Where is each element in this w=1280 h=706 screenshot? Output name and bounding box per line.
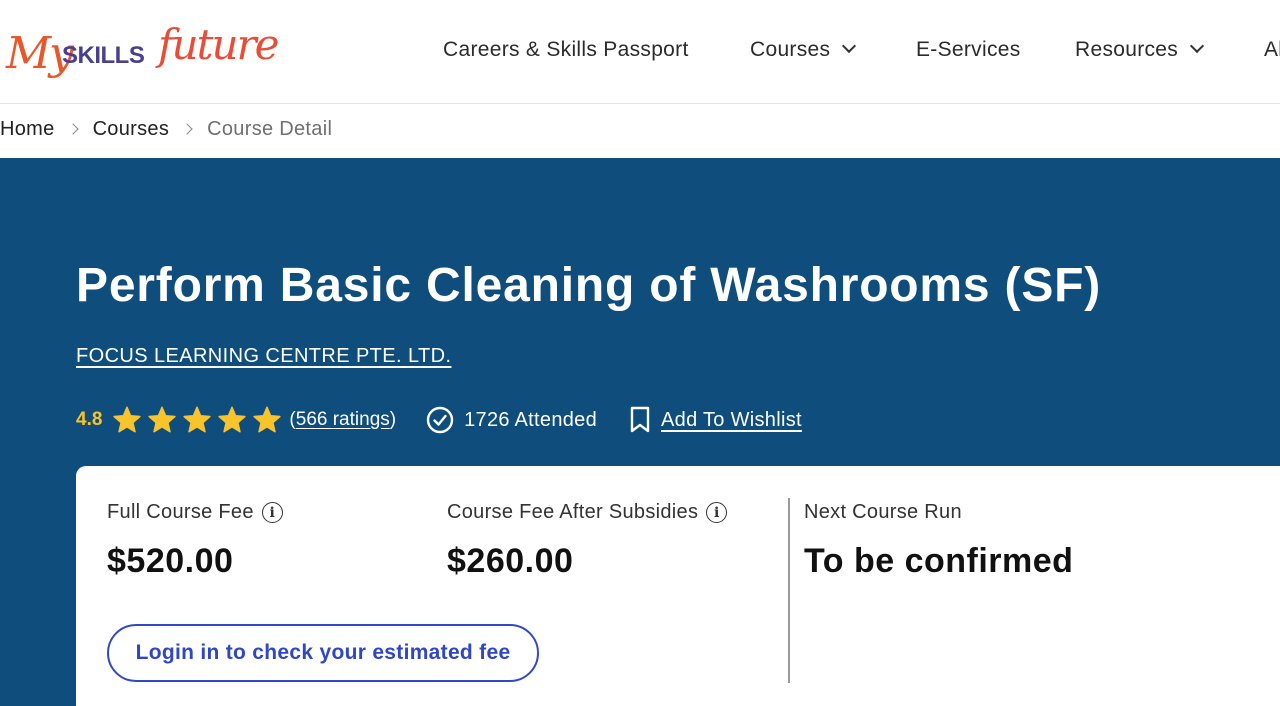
- nav-courses[interactable]: Courses: [750, 38, 857, 62]
- chevron-down-icon: [1190, 38, 1205, 54]
- rating-value: 4.8: [76, 409, 103, 430]
- divider: [788, 498, 790, 683]
- next-run-label: Next Course Run: [804, 501, 962, 523]
- nav-label: Careers & Skills Passport: [443, 38, 689, 61]
- chevron-down-icon: [842, 38, 857, 54]
- star-icon: [113, 406, 142, 433]
- course-hero: Perform Basic Cleaning of Washrooms (SF)…: [0, 158, 1280, 706]
- nav-about[interactable]: Al: [1264, 38, 1280, 62]
- star-icon: [183, 406, 212, 433]
- site-header: My SKILLS future Careers & Skills Passpo…: [0, 0, 1280, 104]
- rating-stars: [112, 405, 287, 435]
- nav-label: Courses: [750, 38, 831, 61]
- logo-future-text: future: [158, 20, 279, 69]
- breadcrumb-current: Course Detail: [207, 118, 333, 140]
- subsidised-fee-block: Course Fee After Subsidies i $260.00: [447, 501, 728, 581]
- chevron-right-icon: [181, 123, 193, 135]
- full-fee-value: $520.00: [107, 542, 234, 580]
- subsidised-fee-label-row: Course Fee After Subsidies i: [447, 501, 728, 524]
- bookmark-icon: [630, 406, 650, 433]
- nav-label: Al: [1264, 38, 1280, 61]
- nav-e-services[interactable]: E-Services: [916, 38, 1021, 62]
- ratings-count-text: 566 ratings: [295, 409, 390, 430]
- next-run-block: Next Course Run To be confirmed: [804, 501, 1073, 581]
- breadcrumb-home[interactable]: Home: [0, 118, 55, 140]
- wishlist-label: Add To Wishlist: [661, 408, 802, 431]
- nav-resources[interactable]: Resources: [1075, 38, 1205, 62]
- ratings-count-link[interactable]: (566 ratings): [289, 409, 396, 431]
- nav-careers-skills-passport[interactable]: Careers & Skills Passport: [443, 38, 689, 62]
- attended-count: 1726 Attended: [426, 406, 597, 434]
- subsidised-fee-label: Course Fee After Subsidies: [447, 501, 699, 523]
- star-icon: [218, 406, 247, 433]
- check-circle-icon: [426, 406, 454, 434]
- full-fee-block: Full Course Fee i $520.00: [107, 501, 283, 581]
- logo-skills-text: SKILLS: [62, 42, 145, 69]
- full-fee-label: Full Course Fee: [107, 501, 254, 523]
- star-icon: [148, 406, 177, 433]
- attended-text: 1726 Attended: [464, 408, 598, 431]
- ratings-close-paren: ): [389, 409, 397, 430]
- next-run-value: To be confirmed: [804, 542, 1074, 580]
- provider-link[interactable]: FOCUS LEARNING CENTRE PTE. LTD.: [76, 345, 451, 368]
- course-fee-card: Full Course Fee i $520.00 Course Fee Aft…: [76, 466, 1280, 706]
- chevron-right-icon: [66, 123, 79, 135]
- breadcrumb-courses[interactable]: Courses: [93, 118, 170, 140]
- full-fee-label-row: Full Course Fee i: [107, 501, 283, 524]
- course-meta: 4.8 (566 ratings) 1726 Attended Add To W…: [76, 404, 802, 436]
- star-icon: [253, 406, 282, 433]
- info-icon[interactable]: i: [706, 502, 728, 523]
- info-icon[interactable]: i: [261, 502, 283, 523]
- nav-label: Resources: [1075, 38, 1179, 61]
- nav-label: E-Services: [916, 38, 1021, 61]
- breadcrumb: Home Courses Course Detail: [0, 118, 332, 146]
- subsidised-fee-value: $260.00: [447, 542, 574, 580]
- add-to-wishlist-button[interactable]: Add To Wishlist: [629, 406, 802, 434]
- login-estimated-fee-button[interactable]: Login in to check your estimated fee: [107, 624, 539, 682]
- course-title: Perform Basic Cleaning of Washrooms (SF): [76, 259, 1102, 312]
- myskillsfuture-logo[interactable]: My SKILLS future: [6, 18, 279, 88]
